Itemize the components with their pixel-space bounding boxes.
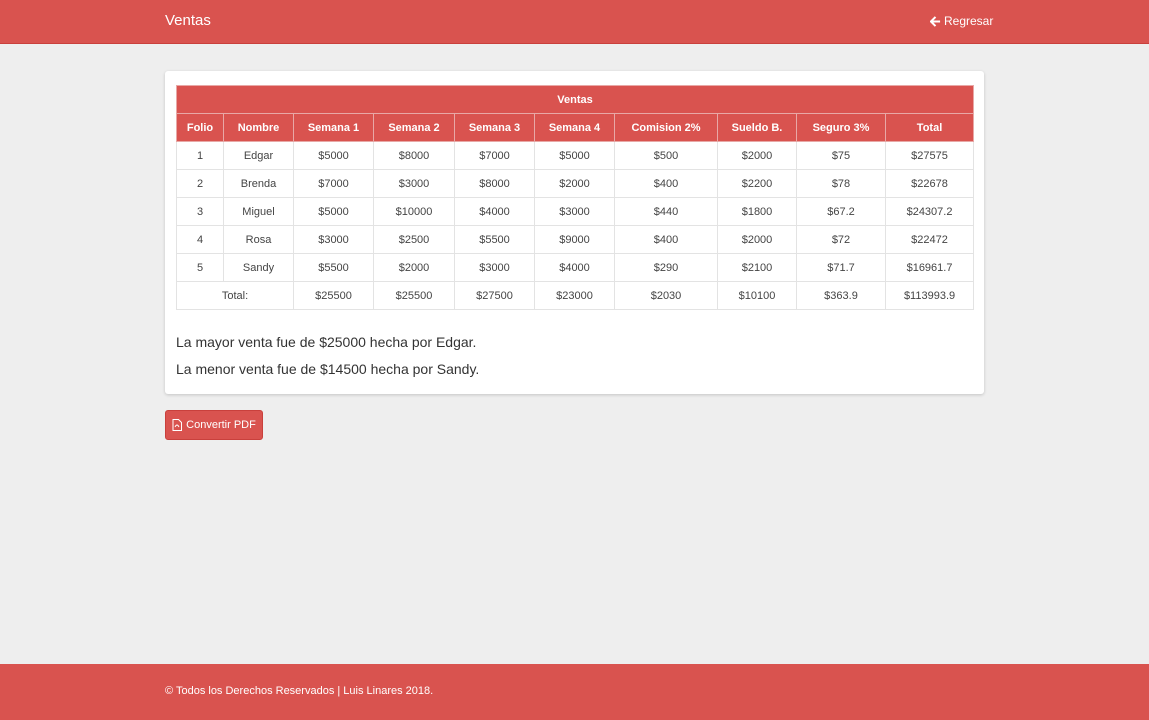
table-cell: $71.7 (796, 253, 886, 282)
table-cell: $8000 (373, 141, 455, 170)
column-header: Nombre (223, 113, 294, 142)
table-cell: $7000 (454, 141, 535, 170)
table-cell: $2200 (717, 169, 797, 198)
table-cell: $5500 (454, 225, 535, 254)
column-header: Sueldo B. (717, 113, 797, 142)
table-row: 2 Brenda $7000 $3000 $8000 $2000 $400 $2200 $78 $… (176, 169, 975, 198)
sales-card: Ventas Folio Nombre Semana 1 Semana 2 Semana… (165, 71, 984, 394)
table-cell: $2000 (534, 169, 615, 198)
column-header: Semana 4 (534, 113, 615, 142)
table-cell: $75 (796, 141, 886, 170)
table-cell: $22678 (884, 169, 975, 198)
table-cell: 2 (176, 169, 224, 198)
table-cell: Brenda (223, 169, 294, 198)
footer: © Todos los Derechos Reservados | Luis L… (0, 664, 1149, 720)
table-cell: $5500 (293, 253, 374, 282)
max-sale-text: La mayor venta fue de $25000 hecha por E… (176, 334, 477, 350)
table-title: Ventas (175, 85, 975, 114)
table-body: 1 Edgar $5000 $8000 $7000 $5000 $500 $2000 $75 $2… (176, 141, 975, 310)
table-cell: $72 (796, 225, 886, 254)
table-cell: $5000 (293, 197, 374, 226)
total-cell: $2030 (614, 281, 718, 310)
sales-summary: La mayor venta fue de $25000 hecha por E… (176, 329, 479, 383)
total-cell: $27500 (454, 281, 535, 310)
table-cell: $5000 (293, 141, 374, 170)
table-cell: $78 (796, 169, 886, 198)
table-cell: $2000 (717, 141, 797, 170)
table-row: 3 Miguel $5000 $10000 $4000 $3000 $440 $1800 $67… (176, 197, 975, 226)
total-cell: $10100 (717, 281, 797, 310)
table-cell: $4000 (534, 253, 615, 282)
table-cell: $9000 (534, 225, 615, 254)
table-cell: $27575 (884, 141, 975, 170)
footer-copyright: © Todos los Derechos Reservados | Luis L… (165, 685, 434, 697)
table-cell: $290 (614, 253, 718, 282)
column-header: Comision 2% (614, 113, 718, 142)
table-cell: $16961.7 (884, 253, 975, 282)
top-navbar: Ventas Regresar (0, 0, 1149, 44)
column-header: Folio (176, 113, 224, 142)
convert-pdf-button[interactable]: Convertir PDF (165, 410, 263, 440)
table-cell: Edgar (223, 141, 294, 170)
table-cell: $8000 (454, 169, 535, 198)
back-link[interactable]: Regresar (930, 14, 993, 28)
back-link-label: Regresar (944, 14, 994, 28)
column-header: Semana 2 (373, 113, 455, 142)
totals-label: Total: (176, 281, 294, 310)
table-cell: $67.2 (796, 197, 886, 226)
column-header: Semana 3 (454, 113, 535, 142)
table-cell: $500 (614, 141, 718, 170)
table-cell: $24307.2 (884, 197, 975, 226)
total-cell: $25500 (293, 281, 374, 310)
table-cell: Rosa (223, 225, 294, 254)
table-row: 1 Edgar $5000 $8000 $7000 $5000 $500 $2000 $75 $2… (176, 141, 975, 170)
table-cell: $3000 (454, 253, 535, 282)
column-header: Semana 1 (293, 113, 374, 142)
file-pdf-icon (172, 419, 183, 431)
table-cell: $3000 (534, 197, 615, 226)
table-cell: $7000 (293, 169, 374, 198)
table-cell: 3 (176, 197, 224, 226)
arrow-left-icon (930, 15, 941, 27)
table-cell: Sandy (223, 253, 294, 282)
table-cell: $4000 (454, 197, 535, 226)
min-sale-text: La menor venta fue de $14500 hecha por S… (176, 361, 480, 377)
table-header-row: Folio Nombre Semana 1 Semana 2 Semana 3 Seman… (176, 113, 975, 142)
table-cell: $3000 (373, 169, 455, 198)
table-cell: $2500 (373, 225, 455, 254)
table-cell: 4 (176, 225, 224, 254)
total-cell: $363.9 (796, 281, 886, 310)
total-cell: $23000 (534, 281, 615, 310)
table-cell: Miguel (223, 197, 294, 226)
table-cell: $10000 (373, 197, 455, 226)
table-cell: $400 (614, 225, 718, 254)
table-cell: 1 (176, 141, 224, 170)
navbar-brand[interactable]: Ventas (165, 12, 211, 29)
column-header: Seguro 3% (796, 113, 886, 142)
column-header: Total (884, 113, 975, 142)
table-row: 4 Rosa $3000 $2500 $5500 $9000 $400 $2000 $72 $22… (176, 225, 975, 254)
total-cell: $25500 (373, 281, 455, 310)
table-cell: $400 (614, 169, 718, 198)
sales-table: Ventas Folio Nombre Semana 1 Semana 2 Semana… (175, 85, 975, 310)
table-cell: $22472 (884, 225, 975, 254)
table-cell: $3000 (293, 225, 374, 254)
table-cell: $2000 (717, 225, 797, 254)
table-cell: $2100 (717, 253, 797, 282)
table-row: 5 Sandy $5500 $2000 $3000 $4000 $290 $2100 $71.7… (176, 253, 975, 282)
table-cell: $1800 (717, 197, 797, 226)
totals-row: Total: $25500 $25500 $27500 $23000 $2030 $1010… (176, 281, 975, 310)
table-cell: $2000 (373, 253, 455, 282)
convert-pdf-label: Convertir PDF (186, 419, 256, 431)
table-cell: 5 (176, 253, 224, 282)
table-cell: $5000 (534, 141, 615, 170)
total-cell: $113993.9 (884, 281, 975, 310)
table-cell: $440 (614, 197, 718, 226)
